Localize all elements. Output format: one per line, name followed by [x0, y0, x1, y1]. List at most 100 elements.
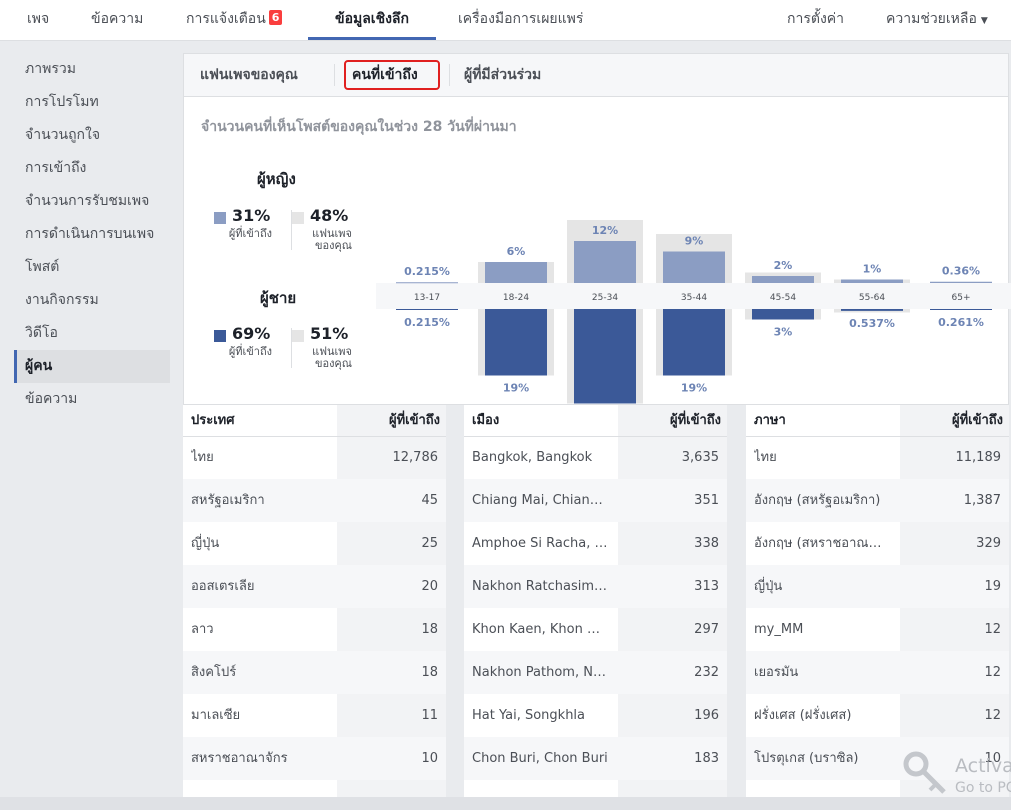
row-value: 11 — [421, 708, 438, 723]
row-value: 232 — [694, 665, 719, 680]
age-tick-label: 25-34 — [592, 293, 618, 303]
countries-table: ประเทศ ผู้ที่เข้าถึง ไทย 12,786 สหรัฐอเมริ… — [183, 405, 446, 810]
nav-settings[interactable]: การตั้งค่า — [787, 0, 844, 40]
male-reached-label: ผู้ที่เข้าถึง — [228, 345, 272, 358]
table-row: Chiang Mai, Chian… 351 — [464, 479, 727, 522]
row-value: 3,635 — [681, 450, 719, 465]
tab-people-engaged[interactable]: ผู้ที่มีส่วนร่วม — [464, 54, 541, 96]
female-data-label: 6% — [507, 245, 526, 258]
nav-messages[interactable]: ข้อความ — [91, 0, 143, 40]
row-value: 351 — [694, 493, 719, 508]
notification-count-badge: 6 — [268, 10, 283, 25]
bottom-scrollbar[interactable] — [0, 797, 1011, 810]
nav-page[interactable]: เพจ — [27, 0, 49, 40]
male-data-label: 19% — [681, 382, 707, 395]
female-fans-label: แฟนเพจ ของคุณ — [312, 227, 352, 252]
male-reached-pct: 69% — [232, 324, 271, 343]
cities-header-name[interactable]: เมือง — [472, 405, 499, 436]
nav-publishing-tools[interactable]: เครื่องมือการเผยแพร่ — [458, 0, 583, 40]
sidebar-item-reach[interactable]: การเข้าถึง — [14, 152, 170, 185]
female-fans-swatch — [292, 212, 304, 224]
female-reached-label: ผู้ที่เข้าถึง — [228, 227, 272, 240]
row-value: 313 — [694, 579, 719, 594]
female-bar — [930, 281, 992, 283]
male-title: ผู้ชาย — [260, 289, 297, 307]
row-value: 19 — [984, 579, 1001, 594]
female-bar — [752, 276, 814, 283]
row-value: 18 — [421, 665, 438, 680]
sidebar-item-posts[interactable]: โพสต์ — [14, 251, 170, 284]
row-value: 10 — [421, 751, 438, 766]
row-name: มาเลเซีย — [191, 708, 241, 723]
nav-notifications[interactable]: การแจ้งเตือน 6 — [186, 0, 283, 40]
sidebar-item-messages[interactable]: ข้อความ — [14, 383, 170, 416]
top-navigation: เพจ ข้อความ การแจ้งเตือน 6 ข้อมูลเชิงลึก … — [0, 0, 1011, 41]
female-reached-swatch — [214, 212, 226, 224]
row-name: Chiang Mai, Chian… — [472, 493, 603, 508]
cities-table: เมือง ผู้ที่เข้าถึง Bangkok, Bangkok 3,63… — [464, 405, 727, 810]
sidebar-item-overview[interactable]: ภาพรวม — [14, 53, 170, 86]
row-value: 11,189 — [955, 450, 1002, 465]
row-value: 12,786 — [392, 450, 439, 465]
row-name: ไทย — [754, 450, 777, 465]
languages-header-name[interactable]: ภาษา — [754, 405, 786, 436]
sidebar-item-events[interactable]: งานกิจกรรม — [14, 284, 170, 317]
female-data-label: 2% — [774, 259, 793, 272]
table-row: ฝรั่งเศส (ฝรั่งเศส) 12 — [746, 694, 1009, 737]
nav-help-label: ความช่วยเหลือ — [886, 11, 977, 27]
tab-divider — [334, 64, 335, 86]
table-row: Hat Yai, Songkhla 196 — [464, 694, 727, 737]
sidebar-item-likes[interactable]: จำนวนถูกใจ — [14, 119, 170, 152]
table-row: ออสเตรเลีย 20 — [183, 565, 446, 608]
table-row: สหราชอาณาจักร 10 — [183, 737, 446, 780]
row-value: 20 — [421, 579, 438, 594]
female-fans-pct: 48% — [310, 206, 349, 225]
age-tick-label: 45-54 — [770, 293, 796, 303]
sidebar-item-promotions[interactable]: การโปรโมท — [14, 86, 170, 119]
male-fans-label: แฟนเพจ ของคุณ — [312, 345, 352, 370]
age-tick-label: 13-17 — [414, 293, 440, 303]
activation-watermark-sub: Go to PC — [955, 780, 1011, 796]
row-name: Chon Buri, Chon Buri — [472, 751, 608, 766]
row-name: ญี่ปุ่น — [754, 579, 783, 594]
female-title: ผู้หญิง — [257, 170, 296, 188]
languages-table-header: ภาษา ผู้ที่เข้าถึง — [746, 405, 1009, 437]
sidebar-item-videos[interactable]: วิดีโอ — [14, 317, 170, 350]
nav-help[interactable]: ความช่วยเหลือ ▼ — [886, 0, 988, 40]
row-name: Hat Yai, Songkhla — [472, 708, 586, 723]
age-gender-chart: 13-170.215%0.215%18-246%19%25-3412%27%35… — [376, 220, 1011, 404]
languages-header-value[interactable]: ผู้ที่เข้าถึง — [952, 405, 1003, 436]
table-row: my_MM 12 — [746, 608, 1009, 651]
table-row: Chon Buri, Chon Buri 183 — [464, 737, 727, 780]
sidebar-item-people[interactable]: ผู้คน — [14, 350, 170, 383]
cities-header-value[interactable]: ผู้ที่เข้าถึง — [670, 405, 721, 436]
age-tick-label: 65+ — [952, 293, 971, 303]
row-name: ออสเตรเลีย — [191, 579, 255, 594]
female-data-label: 9% — [685, 235, 704, 248]
tab-divider — [449, 64, 450, 86]
chart-subtitle: จำนวนคนที่เห็นโพสต์ของคุณในช่วง 28 วันที… — [201, 119, 517, 135]
nav-insights[interactable]: ข้อมูลเชิงลึก — [308, 0, 436, 40]
male-data-label: 0.215% — [404, 316, 450, 329]
row-value: 183 — [694, 751, 719, 766]
tab-people-reached[interactable]: คนที่เข้าถึง — [352, 54, 418, 96]
male-bar — [574, 309, 636, 404]
table-row: มาเลเซีย 11 — [183, 694, 446, 737]
row-name: ไทย — [191, 450, 214, 465]
male-bar — [663, 309, 725, 376]
row-name: เยอรมัน — [754, 665, 799, 680]
tab-your-fans[interactable]: แฟนเพจของคุณ — [200, 54, 298, 96]
countries-header-name[interactable]: ประเทศ — [191, 405, 234, 436]
countries-header-value[interactable]: ผู้ที่เข้าถึง — [389, 405, 440, 436]
table-row: ไทย 11,189 — [746, 436, 1009, 479]
location-language-tables: ประเทศ ผู้ที่เข้าถึง ไทย 12,786 สหรัฐอเมริ… — [183, 405, 1009, 810]
male-data-label: 0.537% — [849, 317, 895, 330]
row-name: สิงคโปร์ — [191, 665, 237, 680]
activation-watermark: Activa — [955, 755, 1011, 777]
table-row: Nakhon Ratchasim… 313 — [464, 565, 727, 608]
sidebar-item-page-views[interactable]: จำนวนการรับชมเพจ — [14, 185, 170, 218]
sidebar-item-page-actions[interactable]: การดำเนินการบนเพจ — [14, 218, 170, 251]
male-fans-swatch — [292, 330, 304, 342]
row-name: Amphoe Si Racha, … — [472, 536, 608, 551]
age-tick-label: 18-24 — [503, 293, 529, 303]
